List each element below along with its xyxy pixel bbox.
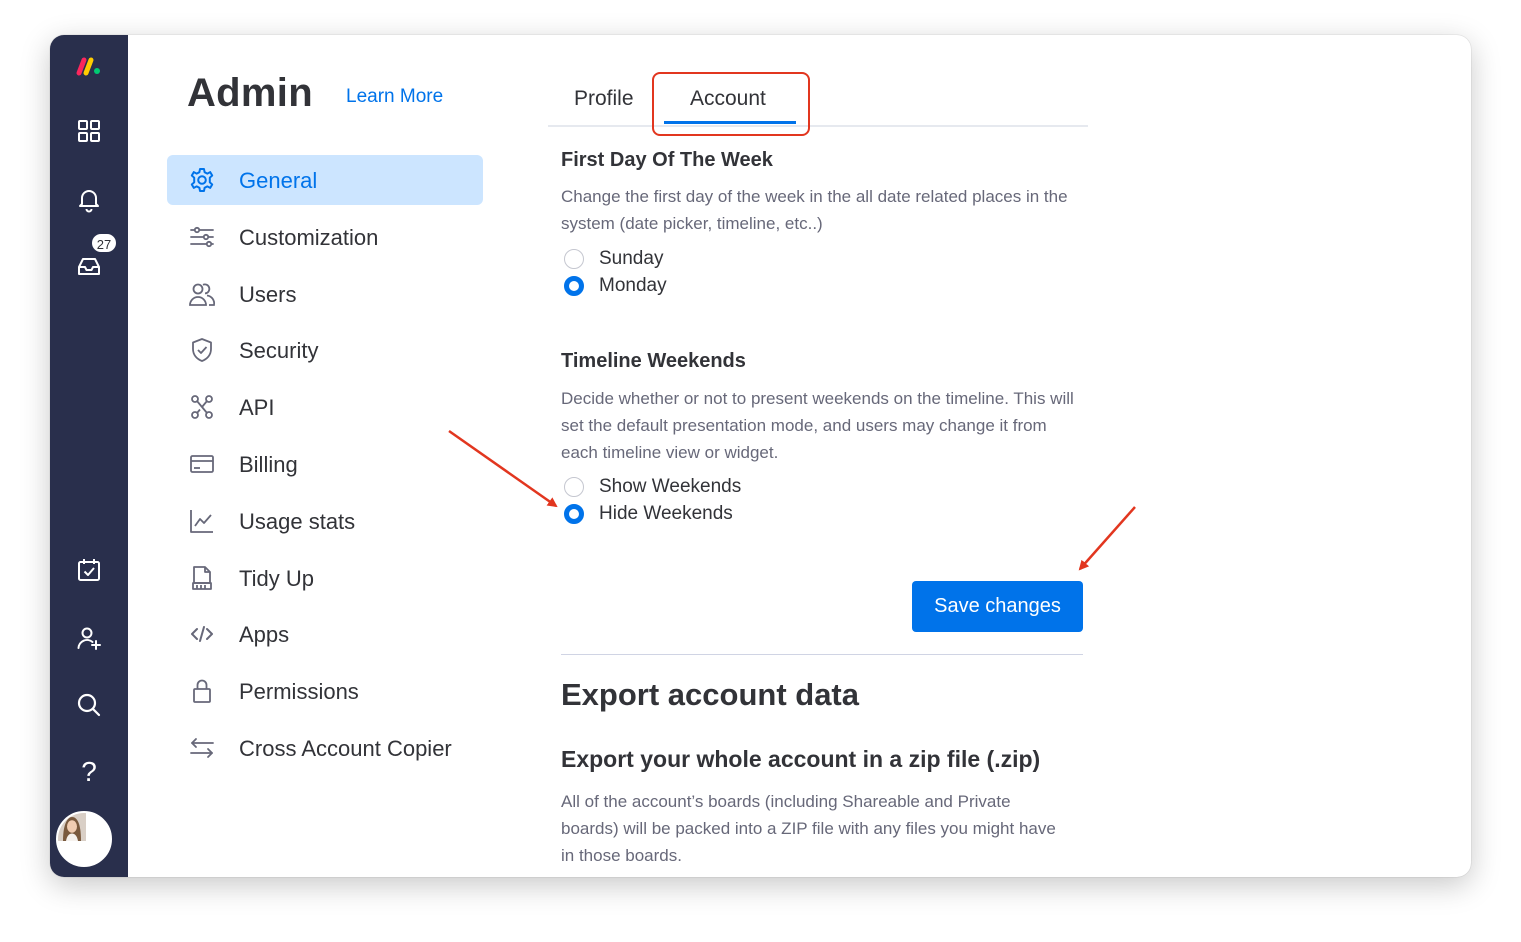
users-icon bbox=[185, 280, 219, 308]
sidebar-item-tidy-up[interactable]: Tidy Up bbox=[167, 553, 483, 603]
radio-show-weekends[interactable]: Show Weekends bbox=[564, 474, 741, 500]
timeline-weekends-section: Timeline Weekends bbox=[561, 350, 1083, 373]
shield-icon bbox=[185, 336, 219, 364]
broom-icon bbox=[185, 564, 219, 592]
sidebar-item-label: General bbox=[239, 168, 318, 193]
admin-sidebar: General Customization Users Security API… bbox=[167, 155, 483, 780]
export-title: Export account data bbox=[561, 677, 859, 712]
help-icon[interactable]: ? bbox=[69, 752, 109, 792]
sidebar-item-label: Permissions bbox=[239, 679, 359, 705]
radio-label: Sunday bbox=[599, 248, 664, 269]
sidebar-item-label: Cross Account Copier bbox=[239, 735, 452, 761]
inbox-badge: 27 bbox=[90, 232, 118, 254]
credit-card-icon bbox=[185, 450, 219, 478]
avatar-image bbox=[58, 813, 86, 841]
sidebar-item-permissions[interactable]: Permissions bbox=[167, 666, 483, 716]
first-day-description-wrap: Change the first day of the week in the … bbox=[561, 183, 1083, 237]
app-window: 27 ? Admin Learn More General Customizat… bbox=[50, 35, 1471, 877]
sidebar-item-users[interactable]: Users bbox=[167, 269, 483, 319]
radio-button[interactable] bbox=[564, 477, 584, 497]
tab-profile[interactable]: Profile bbox=[574, 87, 634, 111]
code-icon bbox=[185, 620, 219, 648]
sidebar-item-apps[interactable]: Apps bbox=[167, 609, 483, 659]
first-day-section: First Day Of The Week bbox=[561, 149, 1083, 172]
sidebar-item-label: Tidy Up bbox=[239, 565, 314, 591]
export-description: All of the account’s boards (including S… bbox=[561, 792, 1056, 865]
page-title: Admin bbox=[187, 71, 313, 115]
sidebar-item-usage-stats[interactable]: Usage stats bbox=[167, 496, 483, 546]
sidebar-item-api[interactable]: API bbox=[167, 382, 483, 432]
sidebar-item-security[interactable]: Security bbox=[167, 325, 483, 375]
sidebar-item-label: Apps bbox=[239, 622, 290, 648]
sidebar-item-label: Billing bbox=[239, 451, 298, 477]
sidebar-item-cross-account-copier[interactable]: Cross Account Copier bbox=[167, 723, 483, 773]
sliders-icon bbox=[185, 223, 219, 251]
sidebar-item-label: Users bbox=[239, 281, 297, 307]
radio-monday[interactable]: Monday bbox=[564, 273, 667, 299]
sidebar-item-label: Usage stats bbox=[239, 508, 356, 534]
search-icon[interactable] bbox=[69, 685, 109, 725]
radio-button-checked[interactable] bbox=[564, 504, 584, 524]
api-icon bbox=[185, 393, 219, 421]
add-user-icon[interactable] bbox=[69, 618, 109, 658]
radio-button-checked[interactable] bbox=[564, 276, 584, 296]
help-glyph: ? bbox=[81, 756, 97, 787]
lock-icon bbox=[185, 677, 219, 705]
radio-button[interactable] bbox=[564, 249, 584, 269]
logo-icon bbox=[76, 57, 100, 76]
chart-icon bbox=[185, 507, 219, 535]
timeline-weekends-title: Timeline Weekends bbox=[561, 350, 746, 372]
radio-label: Monday bbox=[599, 275, 667, 296]
transfer-arrows-icon bbox=[185, 734, 219, 762]
radio-label: Hide Weekends bbox=[599, 503, 733, 524]
sidebar-item-billing[interactable]: Billing bbox=[167, 439, 483, 489]
first-day-title: First Day Of The Week bbox=[561, 149, 773, 171]
settings-tabs: Profile Account bbox=[548, 71, 1088, 127]
radio-sunday[interactable]: Sunday bbox=[564, 246, 663, 272]
sidebar-item-label: API bbox=[239, 395, 275, 421]
sidebar-item-general[interactable]: General bbox=[167, 155, 483, 205]
radio-label: Show Weekends bbox=[599, 476, 742, 497]
export-subtitle: Export your whole account in a zip file … bbox=[561, 746, 1041, 772]
avatar[interactable] bbox=[56, 811, 112, 867]
learn-more-link[interactable]: Learn More bbox=[346, 86, 443, 108]
bell-icon[interactable] bbox=[69, 179, 109, 219]
timeline-weekends-description: Decide whether or not to present weekend… bbox=[561, 389, 1074, 462]
calendar-check-icon[interactable] bbox=[69, 550, 109, 590]
radio-hide-weekends[interactable]: Hide Weekends bbox=[564, 501, 733, 527]
account-tab-highlight bbox=[652, 72, 810, 136]
gear-icon bbox=[185, 166, 219, 194]
grid-icon[interactable] bbox=[69, 111, 109, 151]
sidebar-item-customization[interactable]: Customization bbox=[167, 212, 483, 262]
sidebar-item-label: Customization bbox=[239, 224, 379, 250]
sidebar-item-label: Security bbox=[239, 338, 319, 364]
timeline-weekends-description-wrap: Decide whether or not to present weekend… bbox=[561, 385, 1083, 466]
save-changes-button[interactable]: Save changes bbox=[912, 581, 1083, 632]
left-rail: 27 ? bbox=[50, 35, 128, 877]
first-day-description: Change the first day of the week in the … bbox=[561, 187, 1068, 233]
section-divider bbox=[561, 654, 1083, 655]
monday-logo[interactable] bbox=[69, 45, 109, 85]
